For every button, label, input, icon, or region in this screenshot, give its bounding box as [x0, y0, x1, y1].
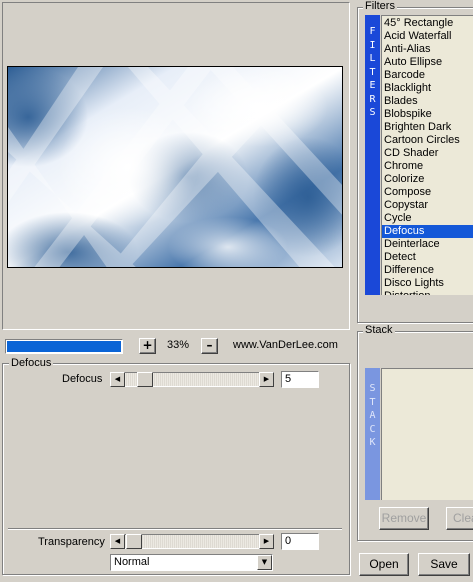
transparency-label: Transparency — [38, 536, 105, 548]
filter-list-item[interactable]: Auto Ellipse — [382, 56, 473, 69]
blend-mode-select[interactable]: Normal ▼ — [110, 554, 273, 571]
zoom-out-button[interactable]: – — [201, 338, 218, 354]
filter-list-item[interactable]: Cycle — [382, 212, 473, 225]
zoom-value: 33% — [167, 339, 190, 351]
filters-side-letter: E — [369, 80, 376, 91]
stack-side-letter: S — [369, 383, 376, 394]
progress-bar — [5, 339, 123, 354]
filter-list-item[interactable]: Disco Lights — [382, 277, 473, 290]
stack-side-bar: S T A C K — [365, 368, 380, 500]
stack-side-letter: C — [369, 423, 376, 435]
filter-list-item[interactable]: Cartoon Circles — [382, 134, 473, 147]
filter-list-item[interactable]: CD Shader — [382, 147, 473, 160]
zoom-in-button[interactable]: + — [139, 338, 156, 354]
filters-side-letter: I — [369, 39, 376, 51]
filter-params-legend: Defocus — [9, 357, 54, 369]
defocus-slider-right-arrow[interactable]: ▶ — [259, 372, 274, 387]
open-button[interactable]: Open — [359, 553, 409, 576]
defocus-value-field[interactable]: 5 — [281, 371, 319, 388]
filters-side-letter: S — [369, 107, 376, 118]
filter-list-item[interactable]: Compose — [382, 186, 473, 199]
save-button[interactable]: Save — [418, 553, 470, 576]
preview-canvas — [8, 67, 342, 267]
filter-list-item[interactable]: Defocus — [382, 225, 473, 238]
param-label: Defocus — [62, 373, 103, 385]
blend-mode-value: Normal — [114, 556, 150, 568]
filters-legend: Filters — [363, 0, 397, 12]
filter-list-item[interactable]: Anti-Alias — [382, 43, 473, 56]
stack-list[interactable] — [381, 368, 473, 500]
filter-list-item[interactable]: Deinterlace — [382, 238, 473, 251]
stack-side-letter: T — [369, 396, 376, 408]
transparency-slider-left-arrow[interactable]: ◀ — [110, 534, 125, 549]
filters-side-letter: F — [369, 26, 376, 37]
filters-side-letter: T — [369, 66, 376, 78]
website-link[interactable]: www.VanDerLee.com — [233, 339, 338, 351]
stack-side-letter: A — [369, 410, 376, 421]
filter-list-item[interactable]: Blacklight — [382, 82, 473, 95]
filter-list-item[interactable]: Detect — [382, 251, 473, 264]
filters-side-letter: R — [369, 93, 376, 105]
filter-list-item[interactable]: Difference — [382, 264, 473, 277]
clear-button[interactable]: Clea — [446, 507, 473, 530]
transparency-value-field[interactable]: 0 — [281, 533, 319, 550]
transparency-slider-thumb[interactable] — [126, 534, 142, 549]
stack-side-letter: K — [369, 437, 376, 448]
filter-list-item[interactable]: Blobspike — [382, 108, 473, 121]
filter-list-item[interactable]: Barcode — [382, 69, 473, 82]
preview-image[interactable] — [7, 66, 343, 268]
defocus-slider-left-arrow[interactable]: ◀ — [110, 372, 125, 387]
filters-list[interactable]: 45° Rectangle Acid Waterfall Anti-Alias Aut… — [381, 15, 473, 295]
progress-fill — [7, 341, 121, 352]
filters-side-bar: F I L T E R S — [365, 15, 380, 295]
filter-list-item[interactable]: Acid Waterfall — [382, 30, 473, 43]
defocus-slider-thumb[interactable] — [137, 372, 153, 387]
filter-list-item[interactable]: Colorize — [382, 173, 473, 186]
transparency-slider-right-arrow[interactable]: ▶ — [259, 534, 274, 549]
filter-list-item[interactable]: Distortion — [382, 290, 473, 295]
filter-list-item[interactable]: 45° Rectangle — [382, 17, 473, 30]
stack-legend: Stack — [363, 324, 395, 336]
transparency-slider-track[interactable] — [125, 534, 259, 549]
separator — [8, 528, 342, 530]
filter-list-item[interactable]: Blades — [382, 95, 473, 108]
filter-list-item[interactable]: Brighten Dark — [382, 121, 473, 134]
filter-list-item[interactable]: Chrome — [382, 160, 473, 173]
filters-side-letter: L — [369, 53, 376, 64]
chevron-down-icon[interactable]: ▼ — [257, 555, 272, 570]
remove-button[interactable]: Remove — [379, 507, 429, 530]
filter-list-item[interactable]: Copystar — [382, 199, 473, 212]
